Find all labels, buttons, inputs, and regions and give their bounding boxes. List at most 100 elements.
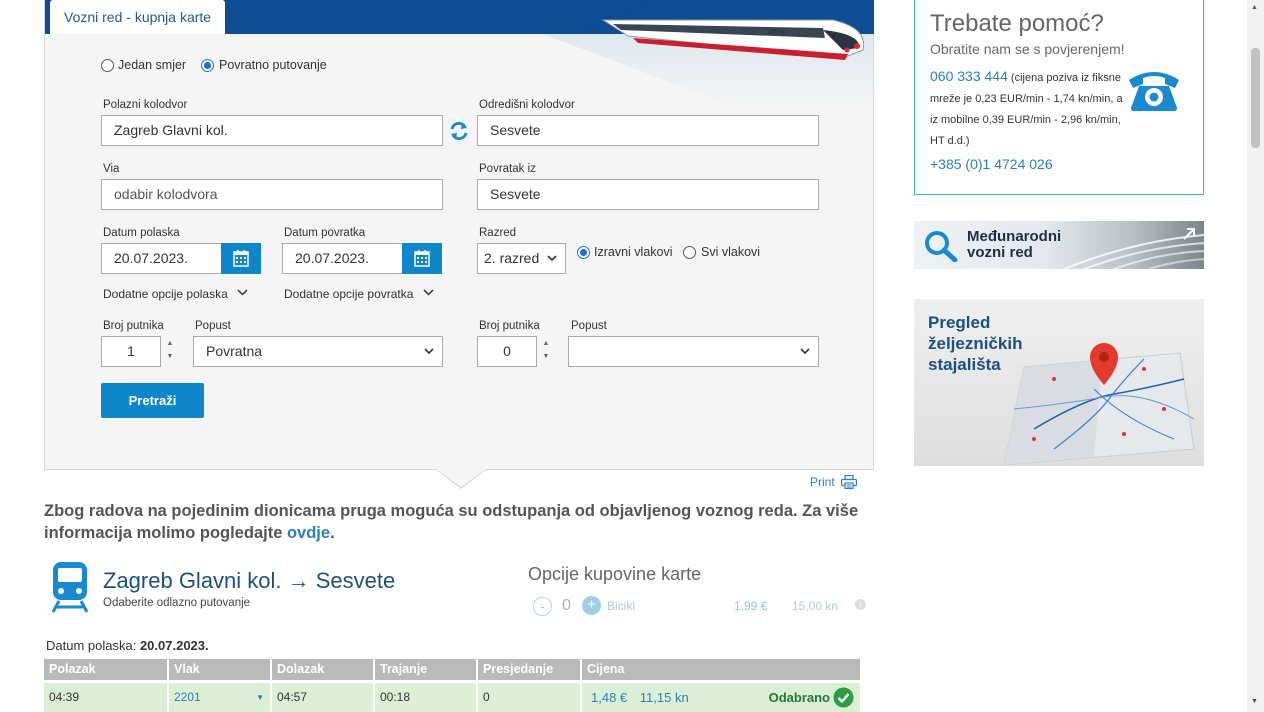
departure-date-row: Datum polaska: 20.07.2023. — [46, 638, 209, 653]
help-box: Trebate pomoć? Obratite nam se s povjere… — [914, 0, 1204, 195]
row-transfers: 0 — [478, 683, 580, 712]
discount-out-label: Popust — [195, 320, 231, 332]
one-way-radio[interactable] — [101, 59, 114, 72]
passengers-ret-increment[interactable]: ▲ — [541, 339, 551, 349]
intl-line-2: vozni red — [967, 244, 1033, 261]
scroll-up-arrow[interactable]: ▲ — [1251, 4, 1258, 11]
discount-out-value: Povratna — [206, 343, 263, 359]
direct-trains-label: Izravni vlakovi — [594, 245, 673, 259]
notice-link[interactable]: ovdje — [287, 524, 330, 542]
printer-icon — [840, 474, 858, 490]
passengers-ret-decrement[interactable]: ▼ — [541, 352, 551, 362]
bike-price-kn: 15,00 kn — [792, 599, 839, 613]
round-trip-label: Povratno putovanje — [219, 58, 327, 72]
swap-stations-icon[interactable] — [448, 120, 470, 147]
international-timetable-text: Međunarodni vozni red — [967, 229, 1061, 261]
notice-text: Zbog radova na pojedinim dionicama pruga… — [44, 502, 859, 542]
search-panel: Vozni red - kupnja karte HŽPP Jedan smje… — [44, 0, 874, 470]
via-label: Via — [103, 163, 120, 175]
class-select-value: 2. razred — [484, 250, 540, 266]
help-phone-info: 060 333 444 (cijena poziva iz fiksne mre… — [930, 66, 1125, 152]
more-return-options-toggle[interactable]: Dodatne opcije povratka — [284, 287, 434, 301]
purchase-options-title: Opcije kupovine karte — [528, 564, 702, 584]
class-select[interactable]: 2. razred — [477, 243, 566, 274]
chevron-down-icon — [547, 255, 557, 262]
service-notice: Zbog radova na pojedinim dionicama pruga… — [44, 500, 874, 544]
external-arrow-icon — [1183, 228, 1195, 240]
panel-pointer — [436, 469, 486, 487]
departure-calendar-button[interactable] — [221, 243, 261, 274]
train-badge: HŽPP — [768, 28, 787, 37]
destination-station-label: Odredišni kolodvor — [479, 99, 575, 111]
train-icon — [49, 561, 91, 618]
col-duration: Trajanje — [375, 659, 476, 680]
row-price-eur: 1,48 € — [591, 690, 628, 705]
row-price-kn: 11,15 kn — [639, 690, 689, 705]
discount-out-select[interactable]: Povratna — [193, 336, 443, 367]
class-label: Razred — [479, 227, 517, 239]
route-subtitle: Odaberite odlazno putovanje — [103, 597, 251, 609]
railway-stops-banner[interactable]: Pregled željezničkih stajališta — [914, 299, 1204, 466]
bike-plus-button[interactable]: + — [582, 596, 601, 615]
col-departure: Polazak — [44, 659, 167, 680]
departure-date-label: Datum polaska — [103, 227, 180, 239]
caret-down-icon: ▼ — [256, 693, 264, 702]
passengers-ret-input[interactable]: 0 — [477, 336, 537, 367]
discount-ret-label: Popust — [571, 320, 607, 332]
stops-line-1: Pregled — [928, 313, 991, 332]
discount-ret-select[interactable] — [568, 336, 819, 367]
passengers-out-label: Broj putnika — [103, 320, 164, 332]
print-label: Print — [810, 475, 835, 489]
col-transfers: Presjedanje — [478, 659, 580, 680]
help-phone-link[interactable]: 060 333 444 — [930, 68, 1008, 84]
scrollbar-thumb[interactable] — [1251, 48, 1260, 148]
international-timetable-banner[interactable]: Međunarodni vozni red — [914, 221, 1204, 269]
round-trip-radio[interactable] — [201, 59, 214, 72]
more-departure-options-label: Dodatne opcije polaska — [103, 287, 228, 301]
passengers-out-input[interactable]: 1 — [101, 336, 161, 367]
bike-label: Bicikl — [607, 599, 636, 613]
help-phone-2-link[interactable]: +385 (0)1 4724 026 — [930, 156, 1053, 172]
bike-minus-button[interactable]: - — [533, 597, 552, 616]
more-departure-options-toggle[interactable]: Dodatne opcije polaska — [103, 287, 248, 301]
via-input[interactable]: odabir kolodvora — [101, 179, 443, 210]
more-return-options-label: Dodatne opcije povratka — [284, 287, 414, 301]
tab-timetable-tickets[interactable]: Vozni red - kupnja karte — [50, 0, 226, 34]
col-price: Cijena — [582, 659, 860, 680]
help-subtitle: Obratite nam se s povjerenjem! — [930, 41, 1125, 57]
bike-price-eur: 1,99 € — [734, 599, 768, 613]
scroll-down-arrow[interactable]: ▼ — [1251, 698, 1258, 705]
departure-date-input[interactable]: 20.07.2023. — [101, 243, 223, 274]
chevron-down-icon — [423, 289, 434, 296]
return-from-label: Povratak iz — [479, 163, 536, 175]
row-arrival: 04:57 — [272, 683, 373, 712]
search-button[interactable]: Pretraži — [101, 383, 204, 418]
table-row[interactable]: 04:39 2201 ▼ 04:57 00:18 0 1,48 € 11,15 … — [44, 683, 860, 712]
row-price: 1,48 € 11,15 kn Odabrano — [582, 683, 860, 712]
destination-station-input[interactable]: Sesvete — [477, 115, 819, 146]
chevron-down-icon — [237, 289, 248, 296]
row-train-select[interactable]: 2201 ▼ — [169, 683, 270, 712]
telephone-icon — [1125, 66, 1183, 117]
row-status: Odabrano — [768, 690, 830, 705]
info-icon[interactable]: i — [855, 599, 866, 610]
page-scrollbar[interactable]: ▲ ▼ — [1247, 0, 1264, 712]
col-arrival: Dolazak — [272, 659, 373, 680]
return-from-input[interactable]: Sesvete — [477, 179, 819, 210]
train-illustration: HŽPP — [543, 0, 873, 110]
passengers-out-decrement[interactable]: ▼ — [165, 352, 175, 362]
all-trains-radio[interactable] — [683, 246, 696, 259]
one-way-label: Jedan smjer — [118, 58, 187, 72]
search-icon — [925, 231, 958, 262]
print-link[interactable]: Print — [810, 474, 858, 490]
return-date-input[interactable]: 20.07.2023. — [282, 243, 404, 274]
direct-trains-radio[interactable] — [577, 246, 590, 259]
intl-line-1: Međunarodni — [967, 228, 1062, 245]
map-illustration — [1003, 343, 1195, 466]
row-departure: 04:39 — [44, 683, 167, 712]
departure-station-input[interactable]: Zagreb Glavni kol. — [101, 115, 443, 146]
return-calendar-button[interactable] — [402, 243, 442, 274]
bike-count: 0 — [562, 597, 571, 614]
passengers-out-increment[interactable]: ▲ — [165, 339, 175, 349]
calendar-icon — [414, 250, 430, 267]
